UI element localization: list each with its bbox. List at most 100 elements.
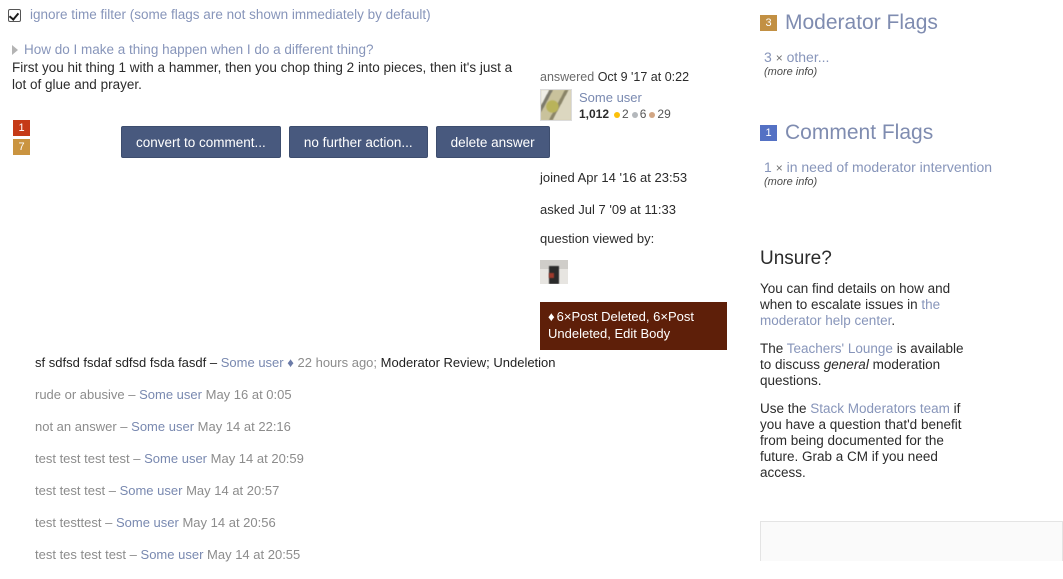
comment-flag-reason[interactable]: 1 × in need of moderator intervention <box>764 159 992 175</box>
post-meta-column: answered Oct 9 '17 at 0:22 Some user 1,0… <box>540 70 740 350</box>
comment-user-link[interactable]: Some user <box>139 387 202 402</box>
diamond-icon: ♦ <box>548 309 555 324</box>
comment-flags-more-info[interactable]: (more info) <box>764 176 992 188</box>
comment-flags-section: 1 Comment Flags 1 × in need of moderator… <box>760 121 992 188</box>
answered-date: Oct 9 '17 at 0:22 <box>597 70 690 84</box>
comment-text: test testtest <box>35 515 102 530</box>
moderator-flags-title: Moderator Flags <box>785 11 938 34</box>
comment-tail: Moderator Review; Undeletion <box>380 355 556 370</box>
answered-line: answered Oct 9 '17 at 0:22 <box>540 70 740 84</box>
comment-text: rude or abusive <box>35 387 125 402</box>
comment-row[interactable]: sf sdfsd fsdaf sdfsd fsda fasdf – Some u… <box>35 355 725 370</box>
silver-badge-icon <box>631 111 638 118</box>
comment-row[interactable]: test testtest – Some user May 14 at 20:5… <box>35 515 725 530</box>
bottom-panel-content <box>761 522 1062 540</box>
comment-text: test test test <box>35 483 106 498</box>
ignore-time-filter-checkbox[interactable] <box>8 8 21 22</box>
comment-dash: – <box>120 419 128 434</box>
sidebar: 3 Moderator Flags 3 × other... (more inf… <box>757 0 1063 561</box>
comment-text: not an answer <box>35 419 117 434</box>
comment-user-link[interactable]: Some user <box>144 451 207 466</box>
comment-flag-reason-count: 1 <box>764 159 772 175</box>
question-block: How do I make a thing happen when I do a… <box>12 42 524 93</box>
comment-row[interactable]: rude or abusive – Some user May 16 at 0:… <box>35 387 725 402</box>
user-name-link[interactable]: Some user <box>579 90 671 105</box>
comment-dash: – <box>133 451 141 466</box>
comment-dash: – <box>128 387 136 402</box>
answer-user-meta: Some user 1,012 2 6 29 <box>579 89 671 122</box>
comment-flags-title: Comment Flags <box>785 121 934 144</box>
comment-row[interactable]: test tes test test – Some user May 14 at… <box>35 547 725 562</box>
moderator-flags-more-info[interactable]: (more info) <box>764 66 938 78</box>
ignore-time-filter-row[interactable]: ignore time filter (some flags are not s… <box>8 8 431 22</box>
joined-line: joined Apr 14 '16 at 23:53 <box>540 170 688 185</box>
vote-badges: 1 7 <box>13 120 30 155</box>
unsure-p2-before: The <box>760 341 787 356</box>
question-title-row[interactable]: How do I make a thing happen when I do a… <box>12 42 524 58</box>
comment-date: May 14 at 20:57 <box>186 483 280 498</box>
unsure-paragraph-moderators-team: Use the Stack Moderators team if you hav… <box>760 401 970 481</box>
question-title-link[interactable]: How do I make a thing happen when I do a… <box>24 42 374 58</box>
post-history-text: 6×Post Deleted, 6×Post Undeleted, Edit B… <box>548 309 694 341</box>
viewed-by-avatars <box>540 260 568 284</box>
unsure-p2-emphasis: general <box>823 357 869 372</box>
vote-badge-views: 7 <box>13 139 30 155</box>
comment-dash: – <box>105 515 113 530</box>
delete-answer-button[interactable]: delete answer <box>435 126 550 158</box>
stack-moderators-team-link[interactable]: Stack Moderators team <box>810 401 950 416</box>
bronze-badge-count: 29 <box>657 107 671 121</box>
comment-user-link[interactable]: Some user <box>120 483 183 498</box>
silver-badge: 6 <box>631 107 647 122</box>
viewer-avatar[interactable] <box>540 260 568 284</box>
comment-flag-reason-text[interactable]: in need of moderator intervention <box>787 159 992 175</box>
answer-user-card[interactable]: Some user 1,012 2 6 29 <box>540 89 740 122</box>
comment-flags-count-badge: 1 <box>760 125 777 141</box>
moderator-flags-section: 3 Moderator Flags 3 × other... (more inf… <box>760 11 938 78</box>
comment-row[interactable]: test test test test – Some user May 14 a… <box>35 451 725 466</box>
comment-text: test test test test <box>35 451 130 466</box>
comment-text: sf sdfsd fsdaf sdfsd fsda fasdf <box>35 355 207 370</box>
no-further-action-button[interactable]: no further action... <box>288 126 428 158</box>
ignore-time-filter-label: ignore time filter (some flags are not s… <box>30 7 431 22</box>
comment-user-link[interactable]: Some user <box>116 515 179 530</box>
comment-user-link[interactable]: Some user <box>141 547 204 562</box>
comment-date: May 14 at 20:55 <box>207 547 301 562</box>
unsure-section: Unsure? You can find details on how and … <box>760 248 970 493</box>
unsure-p3-before: Use the <box>760 401 811 416</box>
comment-date: May 14 at 20:59 <box>210 451 304 466</box>
unsure-paragraph-help-center: You can find details on how and when to … <box>760 281 970 329</box>
bottom-panel <box>760 521 1063 561</box>
avatar[interactable] <box>540 89 572 121</box>
unsure-title: Unsure? <box>760 248 832 269</box>
comment-list: sf sdfsd fsdaf sdfsd fsda fasdf – Some u… <box>35 355 725 579</box>
diamond-icon: ♦ <box>287 355 294 370</box>
bronze-badge: 29 <box>649 107 671 122</box>
comment-row[interactable]: not an answer – Some user May 14 at 22:1… <box>35 419 725 434</box>
moderator-flags-count-badge: 3 <box>760 15 777 31</box>
moderator-flag-reason[interactable]: 3 × other... <box>764 49 938 65</box>
question-body: First you hit thing 1 with a hammer, the… <box>12 60 513 92</box>
post-history-box[interactable]: ♦ 6×Post Deleted, 6×Post Undeleted, Edit … <box>540 302 727 350</box>
gold-badge-count: 2 <box>622 107 629 121</box>
comment-row[interactable]: test test test – Some user May 14 at 20:… <box>35 483 725 498</box>
comment-user-link[interactable]: Some user <box>221 355 284 370</box>
bronze-badge-icon <box>649 111 656 118</box>
comment-flags-header: 1 Comment Flags <box>760 121 992 145</box>
viewed-by-label: question viewed by: <box>540 231 655 246</box>
comment-date: May 16 at 0:05 <box>205 387 292 402</box>
comment-date: 22 hours ago; <box>297 355 378 370</box>
reputation-row: 1,012 2 6 29 <box>579 107 671 122</box>
unsure-p1-after: . <box>891 313 896 328</box>
silver-badge-count: 6 <box>639 107 647 121</box>
comment-text: test tes test test <box>35 547 127 562</box>
teachers-lounge-link[interactable]: Teachers' Lounge <box>787 341 893 356</box>
gold-badge: 2 <box>614 107 629 122</box>
asked-line: asked Jul 7 '09 at 11:33 <box>540 202 676 217</box>
times-icon: × <box>775 161 783 175</box>
expand-triangle-icon[interactable] <box>12 45 18 55</box>
convert-to-comment-button[interactable]: convert to comment... <box>121 126 281 158</box>
comment-user-link[interactable]: Some user <box>131 419 194 434</box>
moderator-flag-reason-text[interactable]: other... <box>787 49 830 65</box>
unsure-paragraph-teachers-lounge: The Teachers' Lounge is available to dis… <box>760 341 970 389</box>
action-buttons: convert to comment... no further action.… <box>121 126 550 158</box>
